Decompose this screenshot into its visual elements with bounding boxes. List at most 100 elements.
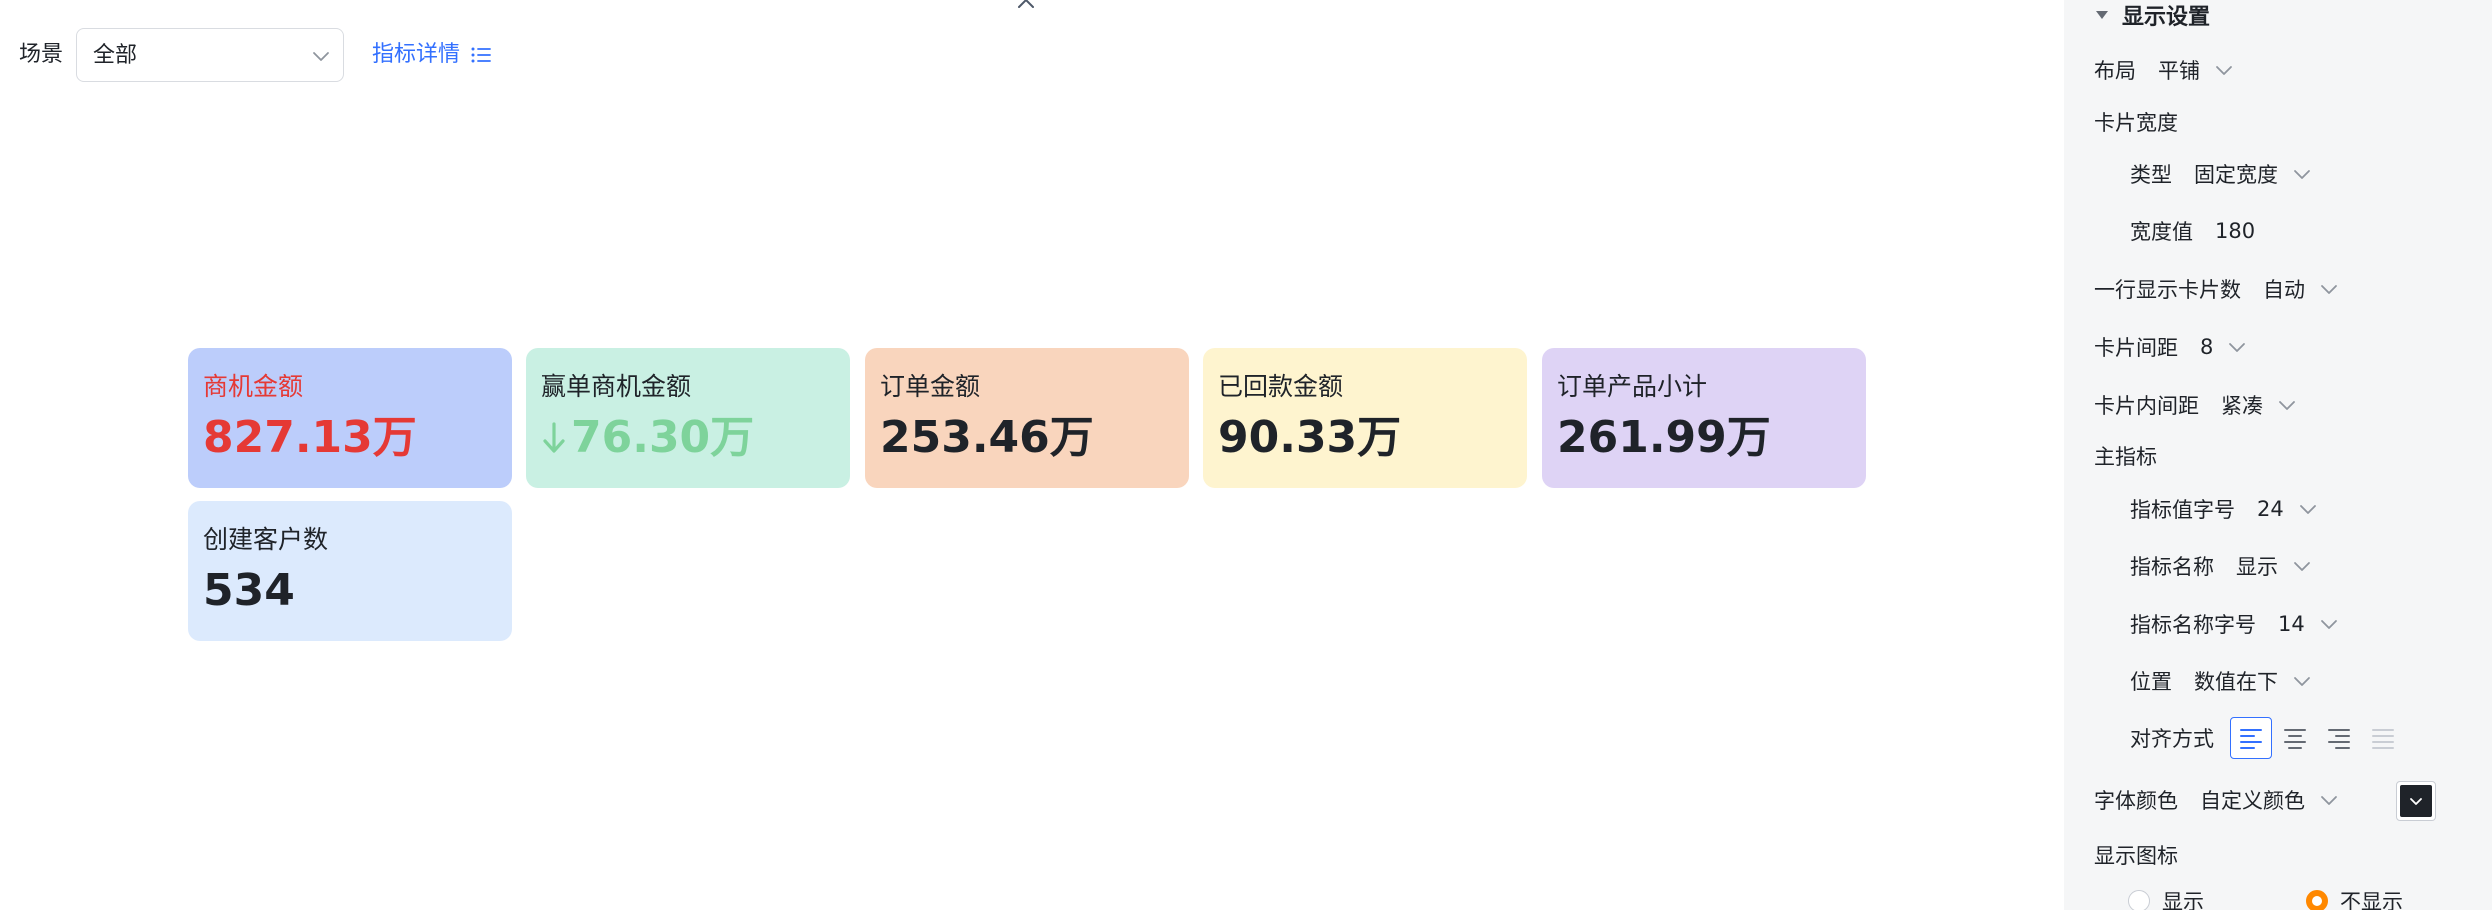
show-icon-label: 显示图标 [2094,844,2178,868]
alignment-label: 对齐方式 [2130,727,2214,751]
display-settings-header[interactable]: 显示设置 [2094,0,2210,30]
chevron-down-icon [2229,343,2246,352]
width-type-label: 类型 [2130,163,2172,187]
chevron-down-icon [2320,620,2337,629]
card-gap-label: 卡片间距 [2094,336,2178,360]
alignment-button-group [2230,717,2404,759]
radio-hide-label: 不显示 [2340,890,2403,910]
card-gap-row: 卡片间距 8 [2094,331,2247,363]
layout-select[interactable]: 平铺 [2158,55,2234,85]
card-width-row: 卡片宽度 [2094,106,2178,138]
position-select[interactable]: 数值在下 [2194,666,2312,696]
width-type-select[interactable]: 固定宽度 [2194,159,2312,189]
value-font-size-select[interactable]: 24 [2257,497,2318,521]
kpi-card-value-text: 534 [203,565,295,616]
kpi-card-value: 76.30万 [541,410,754,466]
align-justify-button[interactable] [2362,717,2404,759]
name-font-size-select[interactable]: 14 [2278,612,2339,636]
cards-per-row-select[interactable]: 自动 [2263,274,2339,304]
value-font-size-value: 24 [2257,497,2284,521]
metric-detail-link[interactable]: 指标详情 [372,40,492,70]
main-metric-label: 主指标 [2094,445,2157,469]
display-settings-title: 显示设置 [2122,5,2211,30]
kpi-card-value: 827.13万 [203,410,417,466]
kpi-card-name: 商机金额 [203,372,304,401]
chevron-down-icon [2279,401,2295,410]
radio-circle-checked [2306,890,2328,910]
kpi-card-opportunity-amount[interactable]: 商机金额 827.13万 [188,348,512,488]
kpi-card-value: 261.99万 [1557,410,1771,466]
radio-hide-icon[interactable]: 不显示 [2306,886,2403,910]
cards-per-row-row: 一行显示卡片数 自动 [2094,273,2339,305]
kpi-card-created-customers[interactable]: 创建客户数 534 [188,501,512,641]
font-color-row: 字体颜色 自定义颜色 [2094,784,2339,816]
chevron-down-icon [2321,285,2337,294]
font-color-value: 自定义颜色 [2200,789,2305,813]
align-center-icon [2284,729,2306,749]
scene-filter-label: 场景 [19,42,64,67]
font-color-swatch [2400,785,2432,817]
kpi-card-order-amount[interactable]: 订单金额 253.46万 [865,348,1189,488]
kpi-card-name: 创建客户数 [203,525,329,554]
position-row: 位置 数值在下 [2130,665,2312,697]
metric-name-value: 显示 [2236,555,2278,579]
position-value: 数值在下 [2194,670,2278,694]
cards-per-row-value: 自动 [2263,278,2305,302]
metric-name-row: 指标名称 显示 [2130,550,2312,582]
width-type-row: 类型 固定宽度 [2130,158,2312,190]
kpi-card-won-opportunity-amount[interactable]: 赢单商机金额 76.30万 [526,348,850,488]
scene-select-value: 全部 [93,43,138,68]
chevron-down-icon [2410,798,2422,805]
align-right-button[interactable] [2318,717,2360,759]
scene-select[interactable]: 全部 [76,28,344,82]
card-padding-select[interactable]: 紧凑 [2221,390,2297,420]
show-icon-row: 显示图标 [2094,839,2178,871]
name-font-size-value: 14 [2278,612,2305,636]
layout-label: 布局 [2094,59,2136,83]
kpi-card-received-amount[interactable]: 已回款金额 90.33万 [1203,348,1527,488]
card-padding-row: 卡片内间距 紧凑 [2094,389,2297,421]
kpi-card-value-text: 827.13万 [203,412,417,463]
kpi-card-value-text: 261.99万 [1557,412,1771,463]
chevron-down-icon [313,52,329,61]
kpi-card-name: 订单金额 [880,372,981,401]
layout-row: 布局 平铺 [2094,54,2234,86]
kpi-card-name: 赢单商机金额 [541,372,692,401]
metric-detail-label: 指标详情 [372,42,461,67]
position-label: 位置 [2130,670,2172,694]
metric-name-select[interactable]: 显示 [2236,551,2312,581]
align-left-button[interactable] [2230,717,2272,759]
layout-value: 平铺 [2158,59,2200,83]
alignment-row: 对齐方式 [2130,722,2214,754]
arrow-down-icon [543,422,565,453]
kpi-card-value-text: 90.33万 [1218,412,1402,463]
chevron-down-icon [2216,66,2232,75]
kpi-card-name: 订单产品小计 [1557,372,1708,401]
chevron-down-icon [2294,677,2310,686]
font-color-picker[interactable] [2396,781,2436,821]
card-padding-label: 卡片内间距 [2094,394,2199,418]
align-left-icon [2240,729,2262,749]
kpi-card-value-text: 253.46万 [880,412,1094,463]
kpi-card-name: 已回款金额 [1218,372,1344,401]
chevron-down-icon [2299,505,2316,514]
kpi-card-value-text: 76.30万 [571,412,755,463]
card-padding-value: 紧凑 [2221,394,2263,418]
kpi-card-order-product-subtotal[interactable]: 订单产品小计 261.99万 [1542,348,1866,488]
align-justify-icon [2372,729,2394,749]
kpi-card-value: 90.33万 [1218,410,1401,466]
card-width-label: 卡片宽度 [2094,111,2178,135]
font-color-label: 字体颜色 [2094,789,2178,813]
dashboard-editor: 场景 全部 指标详情 商机金额 827.13万 赢单商机金额 76.30万 订单… [0,0,2492,910]
width-value-input[interactable]: 180 [2215,219,2255,243]
metric-name-label: 指标名称 [2130,555,2214,579]
main-metric-row: 主指标 [2094,440,2157,472]
width-value-row: 宽度值 180 [2130,215,2255,247]
chevron-down-icon [2321,796,2337,805]
align-center-button[interactable] [2274,717,2316,759]
radio-show-icon[interactable]: 显示 [2128,886,2204,910]
font-color-select[interactable]: 自定义颜色 [2200,785,2339,815]
width-type-value: 固定宽度 [2194,163,2278,187]
close-icon[interactable] [1014,0,1038,12]
card-gap-select[interactable]: 8 [2200,335,2247,359]
